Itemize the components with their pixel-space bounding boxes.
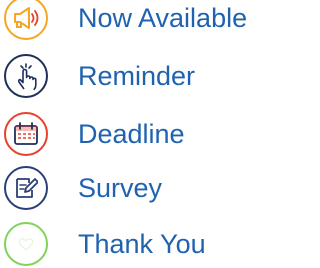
legend-item-now-available: Now Available bbox=[4, 0, 247, 42]
tap-hand-icon bbox=[4, 54, 48, 98]
edit-document-icon bbox=[4, 166, 48, 210]
thank-you-icon bbox=[4, 222, 48, 266]
legend-item-reminder: Reminder bbox=[4, 52, 195, 100]
legend-label: Thank You bbox=[78, 229, 206, 259]
icon-legend: Now Available Reminder Deadline Survey T… bbox=[0, 0, 268, 268]
legend-label: Deadline bbox=[78, 119, 185, 149]
legend-item-survey: Survey bbox=[4, 164, 162, 212]
calendar-icon bbox=[4, 112, 48, 156]
legend-label: Reminder bbox=[78, 61, 196, 91]
legend-item-deadline: Deadline bbox=[4, 110, 185, 158]
legend-item-thank-you: Thank You bbox=[4, 220, 206, 268]
megaphone-icon bbox=[4, 0, 48, 40]
legend-label: Survey bbox=[78, 173, 163, 203]
legend-label: Now Available bbox=[78, 3, 248, 33]
